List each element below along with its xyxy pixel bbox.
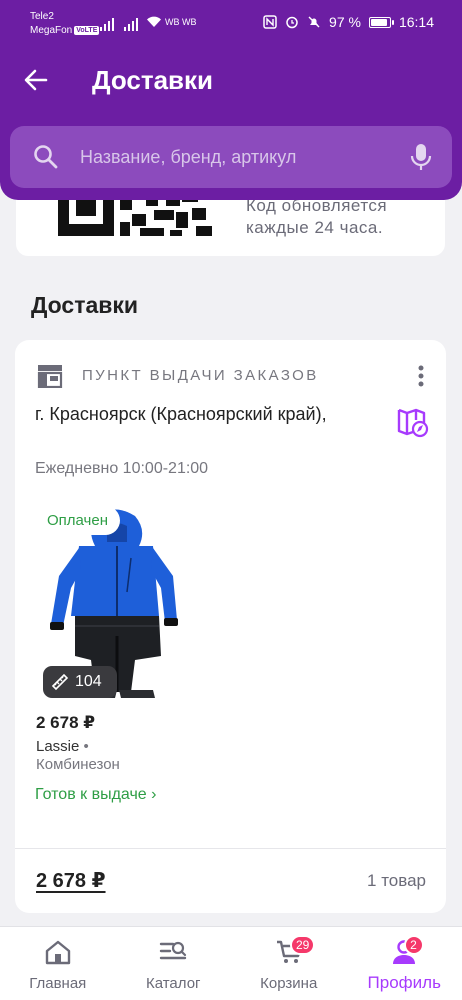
alarm-icon (286, 16, 298, 29)
more-options-icon[interactable] (414, 364, 428, 388)
nav-item-home[interactable]: Главная (0, 927, 116, 1000)
divider (15, 848, 446, 849)
nav-label-cart: Корзина (260, 975, 318, 992)
product-name: Комбинезон (36, 756, 120, 773)
search-bar[interactable] (10, 126, 452, 188)
cart-badge: 29 (290, 935, 316, 955)
store-icon (37, 365, 63, 388)
nfc-icon (263, 15, 277, 29)
item-count: 1 товар (367, 871, 426, 890)
nav-label-profile: Профиль (367, 973, 441, 992)
clock: 16:14 (398, 14, 434, 30)
battery-percent: 97 % (329, 14, 361, 30)
nav-label-catalog: Каталог (145, 975, 201, 992)
ruler-icon (51, 673, 69, 691)
search-input[interactable] (80, 136, 400, 178)
pickup-point-label: ПУНКТ ВЫДАЧИ ЗАКАЗОВ (82, 367, 319, 384)
product-brand: Lassie (36, 738, 80, 755)
back-arrow-icon[interactable] (20, 64, 52, 96)
brand-separator: • (83, 738, 89, 755)
carrier-2: MegaFon (30, 25, 73, 36)
order-total: 2 678 ₽ (36, 870, 106, 892)
carrier-1: Tele2 (30, 11, 54, 22)
nav-label-home: Главная (29, 975, 87, 992)
qr-refresh-note: Код обновляется каждые 24 часа. (246, 196, 388, 237)
carrier-info: Tele2 MegaFon VoLTE (30, 10, 100, 38)
size-badge: 104 (43, 666, 117, 698)
status-bar: Tele2 MegaFon VoLTE WB WB 97 % 16:14 (0, 0, 462, 50)
wifi-label: WB WB (165, 17, 197, 27)
page-title: Доставки (92, 65, 214, 95)
nav-item-profile[interactable]: 2 Профиль (347, 927, 462, 1000)
wifi-icon: WB WB (146, 16, 197, 28)
bottom-nav: Главная Каталог 29 Корзина 2 Профиль (0, 926, 462, 1000)
search-icon (34, 145, 58, 169)
opening-hours: Ежедневно 10:00-21:00 (35, 460, 209, 477)
map-icon[interactable] (397, 406, 429, 438)
status-right: 97 % 16:14 (263, 14, 434, 30)
home-icon (45, 940, 70, 965)
delivery-card: ПУНКТ ВЫДАЧИ ЗАКАЗОВ г. Красноярск (Крас… (15, 340, 446, 913)
product-brand-line: Lassie • (36, 738, 89, 755)
size-value: 104 (75, 673, 102, 690)
battery-icon (368, 16, 394, 28)
mute-icon (308, 16, 320, 28)
paid-status-badge: Оплачен (35, 506, 120, 535)
ready-for-pickup-link[interactable]: Готов к выдаче › (35, 786, 156, 804)
nav-item-cart[interactable]: 29 Корзина (231, 927, 347, 1000)
microphone-icon[interactable] (408, 142, 434, 172)
profile-badge: 2 (403, 935, 424, 955)
volte-badge: VoLTE (74, 25, 100, 35)
product-price: 2 678 ₽ (36, 713, 96, 732)
pickup-address: г. Красноярск (Красноярский край), (35, 404, 327, 424)
nav-item-catalog[interactable]: Каталог (116, 927, 232, 1000)
signal-icon (100, 17, 138, 31)
catalog-icon (160, 941, 187, 960)
section-title: Доставки (31, 292, 139, 318)
app-header: Доставки (0, 50, 462, 200)
